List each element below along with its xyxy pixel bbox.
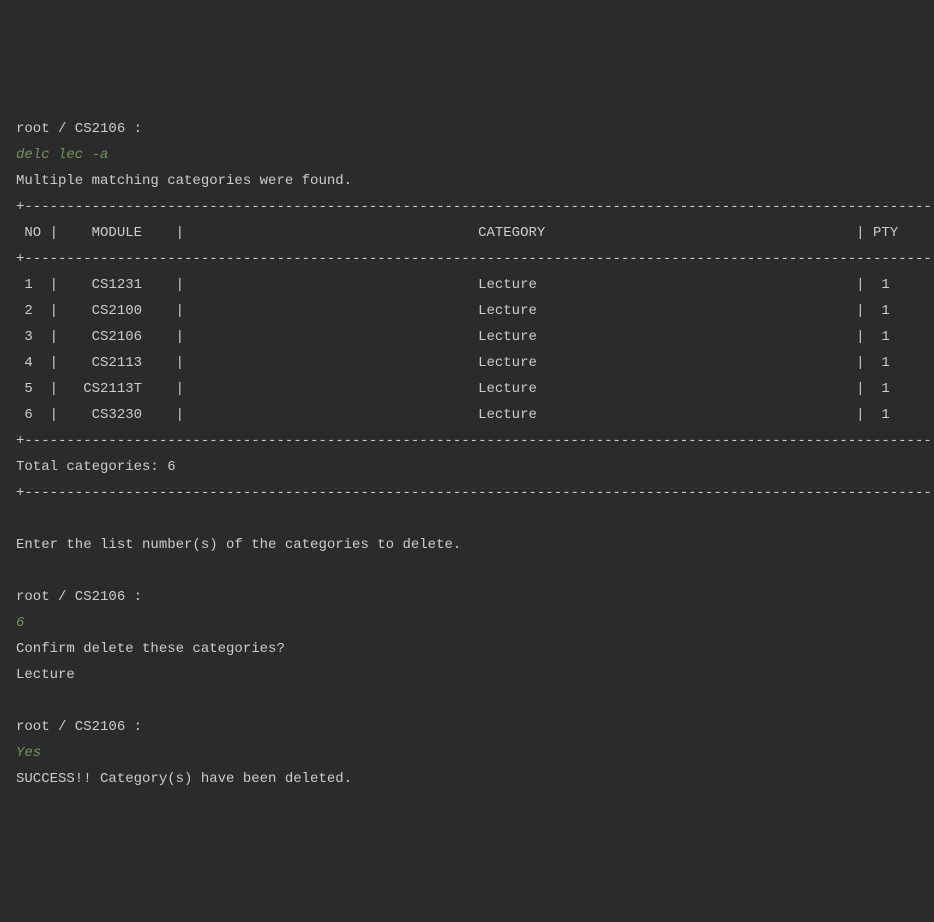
confirm-message: Confirm delete these categories?: [16, 636, 918, 662]
success-message: SUCCESS!! Category(s) have been deleted.: [16, 766, 918, 792]
table-row: 4 | CS2113 | Lecture | 1: [16, 350, 918, 376]
table-border: +---------------------------------------…: [16, 480, 918, 506]
output-message: Multiple matching categories were found.: [16, 168, 918, 194]
shell-prompt: root / CS2106 :: [16, 714, 918, 740]
user-command[interactable]: delc lec -a: [16, 142, 918, 168]
blank-line: [16, 506, 918, 532]
shell-prompt: root / CS2106 :: [16, 116, 918, 142]
table-row: 2 | CS2100 | Lecture | 1: [16, 298, 918, 324]
instruction-message: Enter the list number(s) of the categori…: [16, 532, 918, 558]
blank-line: [16, 688, 918, 714]
total-categories: Total categories: 6: [16, 454, 918, 480]
table-border: +---------------------------------------…: [16, 428, 918, 454]
blank-line: [16, 558, 918, 584]
user-command[interactable]: 6: [16, 610, 918, 636]
table-row: 1 | CS1231 | Lecture | 1: [16, 272, 918, 298]
table-row: 3 | CS2106 | Lecture | 1: [16, 324, 918, 350]
table-border: +---------------------------------------…: [16, 246, 918, 272]
table-row: 6 | CS3230 | Lecture | 1: [16, 402, 918, 428]
confirm-item: Lecture: [16, 662, 918, 688]
user-command[interactable]: Yes: [16, 740, 918, 766]
shell-prompt: root / CS2106 :: [16, 584, 918, 610]
table-row: 5 | CS2113T | Lecture | 1: [16, 376, 918, 402]
table-border: +---------------------------------------…: [16, 194, 918, 220]
table-header: NO | MODULE | CATEGORY | PTY: [16, 220, 918, 246]
